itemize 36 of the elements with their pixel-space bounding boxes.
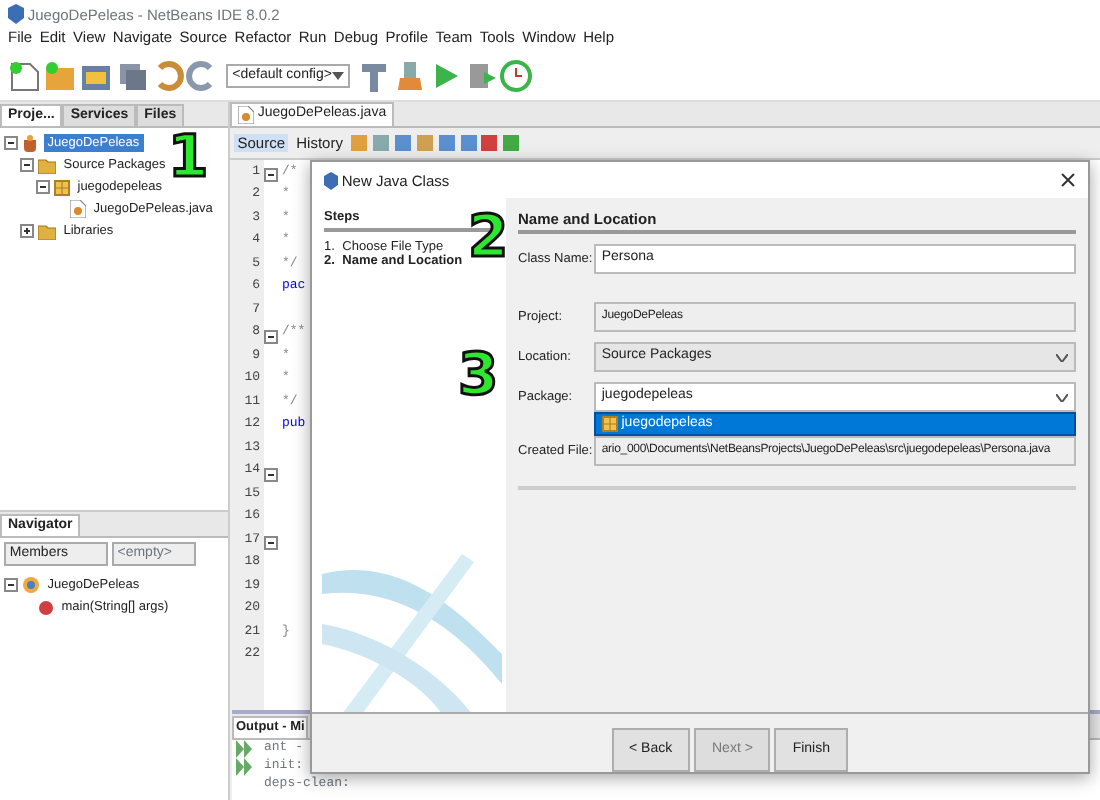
rerun-icon[interactable] (236, 740, 252, 758)
java-file-icon (238, 106, 254, 124)
fold-toggle[interactable] (264, 168, 278, 183)
profile-icon[interactable] (500, 60, 533, 92)
collapse-toggle[interactable] (20, 158, 34, 172)
java-file-icon (69, 200, 86, 218)
fold-toggle[interactable] (264, 536, 278, 551)
method-icon (37, 599, 54, 616)
debug-icon[interactable] (465, 60, 497, 92)
caret-icon (1056, 393, 1068, 401)
new-file-icon[interactable] (8, 60, 40, 92)
collapse-toggle[interactable] (4, 136, 18, 150)
expand-toggle[interactable] (20, 224, 34, 238)
package-icon (601, 416, 618, 433)
fold-toggle[interactable] (264, 467, 278, 482)
open-project-icon[interactable] (79, 60, 112, 92)
app-logo-icon (8, 4, 24, 24)
package-icon (53, 179, 70, 195)
folder-icon (37, 157, 56, 173)
caret-icon (1056, 353, 1068, 361)
save-all-icon[interactable] (115, 60, 148, 92)
hammer-icon[interactable] (357, 60, 390, 92)
annotation-number: 3 (458, 346, 499, 404)
close-icon[interactable] (1060, 172, 1076, 188)
folder-icon (37, 223, 56, 239)
broom-icon[interactable] (393, 60, 426, 92)
cup-icon (21, 134, 40, 152)
app-logo-icon (324, 171, 338, 189)
fold-toggle[interactable] (264, 329, 278, 344)
collapse-toggle[interactable] (36, 180, 50, 194)
class-icon (21, 576, 40, 595)
caret-icon (332, 71, 345, 80)
annotation-number: 1 (168, 128, 209, 186)
new-project-icon[interactable] (43, 60, 76, 92)
collapse-toggle[interactable] (4, 578, 18, 593)
rerun-icon[interactable] (236, 758, 252, 776)
